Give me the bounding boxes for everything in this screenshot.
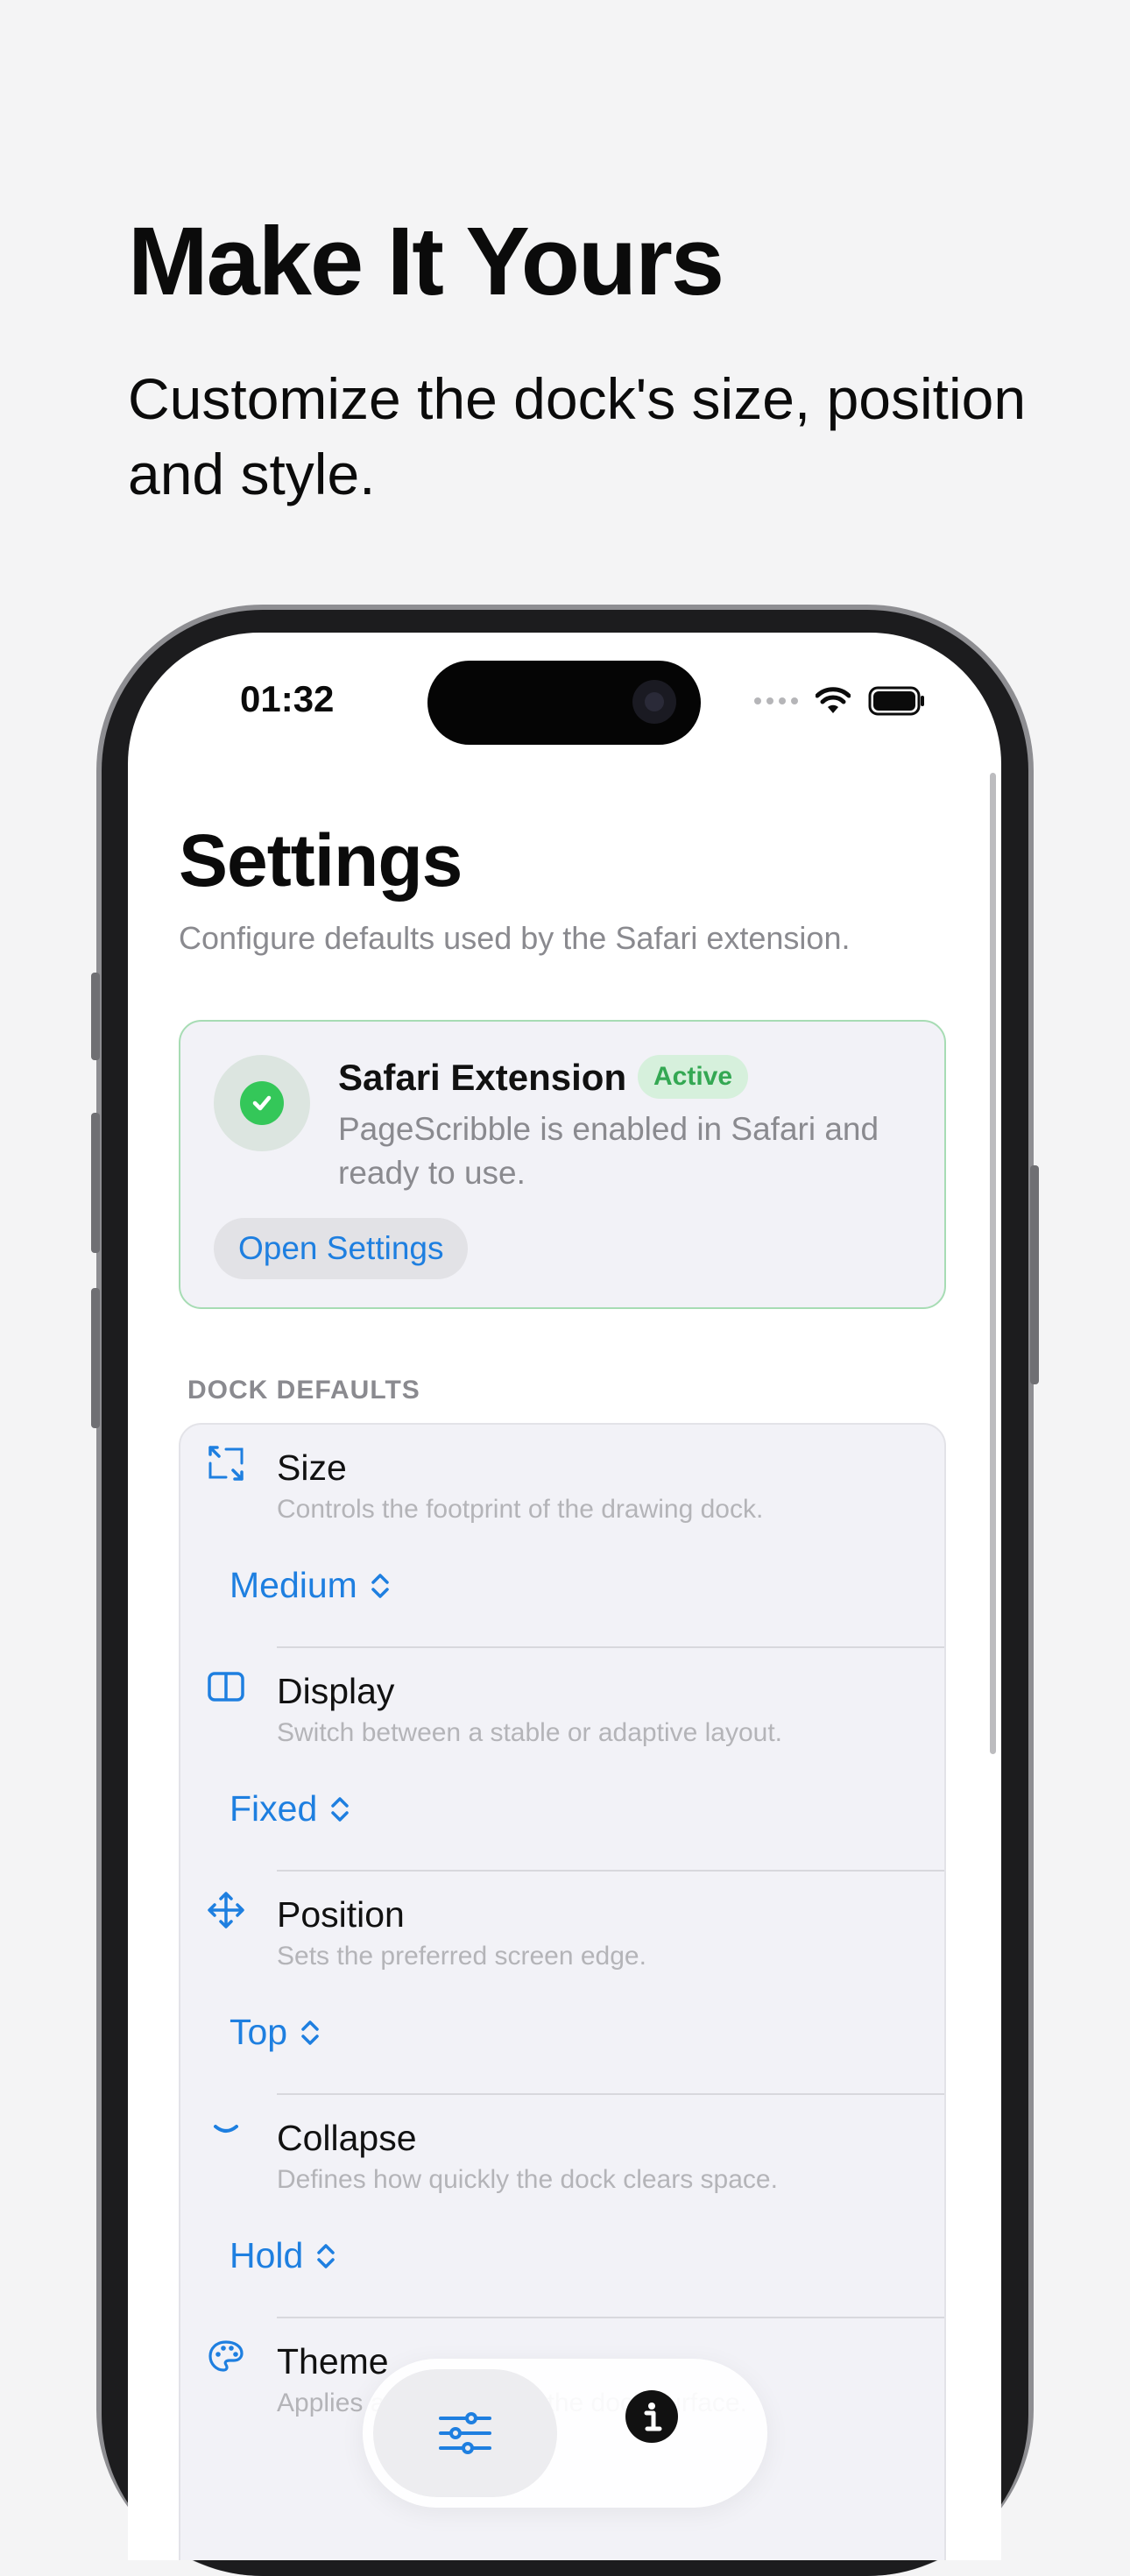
picker-value: Hold	[230, 2235, 304, 2275]
chevron-up-down-icon	[301, 2020, 319, 2045]
position-picker[interactable]: Top	[230, 2012, 321, 2053]
action-button	[91, 973, 100, 1060]
battery-icon	[868, 686, 924, 716]
section-header: DOCK DEFAULTS	[187, 1376, 420, 1405]
cellular-signal-icon	[754, 697, 798, 704]
setting-title: Size	[277, 1447, 347, 1488]
phone-screen: 01:32 Settings Configure defaults used b…	[128, 633, 1001, 2560]
setting-description: Switch between a stable or adaptive layo…	[277, 1718, 783, 1747]
picker-value: Fixed	[230, 1788, 318, 1829]
checkmark-icon	[240, 1081, 284, 1125]
chevron-up-down-icon	[331, 1796, 350, 1822]
extension-description: PageScribble is enabled in Safari and re…	[338, 1111, 879, 1191]
extension-status-card: Safari Extension Active PageScribble is …	[179, 1020, 946, 1309]
scrollbar[interactable]	[990, 773, 996, 1754]
setting-row-collapse[interactable]: Collapse Defines how quickly the dock cl…	[180, 2095, 944, 2318]
tab-bar	[363, 2359, 767, 2508]
setting-row-size[interactable]: Size Controls the footprint of the drawi…	[180, 1425, 944, 1648]
picker-value: Top	[230, 2012, 288, 2052]
setting-description: Defines how quickly the dock clears spac…	[277, 2165, 778, 2194]
tab-settings[interactable]	[373, 2369, 557, 2497]
dynamic-island	[427, 661, 701, 745]
page-title: Settings	[179, 819, 463, 902]
resize-icon	[208, 1446, 244, 1481]
setting-title: Display	[277, 1671, 395, 1711]
setting-description: Sets the preferred screen edge.	[277, 1942, 646, 1971]
hero-title: Make It Yours	[128, 208, 724, 315]
open-settings-button[interactable]: Open Settings	[214, 1218, 469, 1279]
wifi-icon	[816, 687, 851, 713]
extension-title: Safari Extension	[338, 1057, 627, 1098]
setting-row-position[interactable]: Position Sets the preferred screen edge.…	[180, 1872, 944, 2095]
chevron-up-down-icon	[317, 2243, 335, 2268]
setting-description: Controls the footprint of the drawing do…	[277, 1495, 764, 1524]
volume-down-button	[91, 1288, 100, 1428]
chevron-up-down-icon	[371, 1573, 389, 1598]
sliders-icon	[439, 2412, 491, 2454]
display-picker[interactable]: Fixed	[230, 1788, 350, 1829]
tab-about[interactable]	[625, 2390, 678, 2443]
setting-title: Collapse	[277, 2118, 417, 2158]
setting-row-display[interactable]: Display Switch between a stable or adapt…	[180, 1648, 944, 1872]
palette-icon	[208, 2340, 244, 2372]
power-button	[1030, 1165, 1039, 1384]
size-picker[interactable]: Medium	[230, 1565, 391, 1606]
setting-title: Position	[277, 1894, 405, 1935]
chevron-down-icon	[214, 2125, 238, 2133]
sidebar-icon	[208, 1672, 244, 1702]
info-icon	[644, 2403, 662, 2431]
setting-title: Theme	[277, 2341, 389, 2381]
collapse-picker[interactable]: Hold	[230, 2235, 336, 2276]
volume-up-button	[91, 1113, 100, 1253]
status-time: 01:32	[240, 678, 335, 719]
status-icons	[754, 685, 926, 717]
page-subtitle: Configure defaults used by the Safari ex…	[179, 920, 851, 956]
move-arrows-icon	[208, 1892, 244, 1928]
status-badge: Active	[638, 1055, 749, 1099]
hero-subtitle: Customize the dock's size, position and …	[128, 366, 1027, 506]
picker-value: Medium	[230, 1565, 357, 1605]
extension-status-icon	[214, 1055, 310, 1151]
